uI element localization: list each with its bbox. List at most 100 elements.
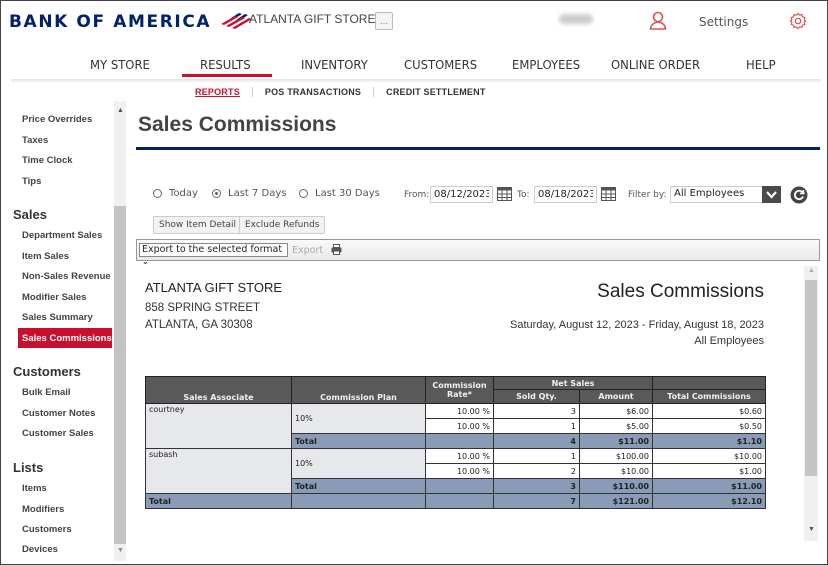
report-address-line2: ATLANTA, GA 30308: [145, 319, 253, 331]
settings-link[interactable]: Settings: [699, 15, 748, 29]
sold-qty: 1: [493, 418, 580, 434]
store-name: ATLANTA GIFT STORE: [249, 12, 376, 26]
sidebar-item-item-sales[interactable]: Item Sales: [22, 251, 69, 262]
user-icon[interactable]: [649, 11, 667, 31]
report-store-name: ATLANTA GIFT STORE: [145, 280, 283, 295]
sidebar-scrollbar-thumb[interactable]: [114, 206, 126, 544]
col-header-blank: [652, 376, 766, 390]
radio-button[interactable]: [153, 189, 162, 198]
sidebar-item-taxes[interactable]: Taxes: [22, 135, 48, 146]
subtotal-qty: 4: [493, 433, 580, 449]
sub-nav: REPORTS POS TRANSACTIONS CREDIT SETTLEME…: [195, 86, 486, 98]
sidebar-item-department-sales[interactable]: Department Sales: [22, 230, 102, 241]
scroll-down-arrow-icon[interactable]: ▼: [808, 526, 815, 533]
export-format-select[interactable]: Export to the selected format ⌄: [139, 243, 288, 266]
calendar-icon[interactable]: [497, 187, 512, 201]
calendar-icon[interactable]: [601, 187, 616, 201]
chevron-down-icon: ⌄: [142, 257, 149, 266]
sidebar-item-modifier-sales[interactable]: Modifier Sales: [22, 292, 86, 303]
subnav-reports[interactable]: REPORTS: [195, 87, 240, 97]
subtotal-commission: $1.10: [652, 433, 766, 449]
nav-inventory[interactable]: INVENTORY: [301, 57, 368, 72]
commission: $1.00: [652, 463, 766, 479]
radio-button-selected[interactable]: [212, 189, 221, 198]
sidebar-heading-customers: Customers: [13, 364, 81, 379]
subtotal-rate-empty: [425, 433, 494, 449]
table-row: courtney 10% 10.00 % 3 $6.00 $0.60: [145, 403, 766, 449]
sold-qty: 3: [493, 403, 580, 419]
radio-button[interactable]: [299, 189, 308, 198]
grand-total-rate-empty: [425, 493, 494, 509]
sidebar-item-price-overrides[interactable]: Price Overrides: [22, 114, 92, 125]
exclude-refunds-button[interactable]: Exclude Refunds: [239, 216, 326, 234]
report-filter: All Employees: [694, 335, 764, 347]
sidebar-item-tips[interactable]: Tips: [22, 176, 41, 187]
filter-by-label: Filter by:: [628, 190, 667, 200]
commission-rate: 10.00 %: [425, 463, 494, 479]
associate-name: courtney: [145, 403, 292, 449]
nav-customers[interactable]: CUSTOMERS: [404, 57, 477, 72]
grand-total-amount: $121.00: [579, 493, 653, 509]
chevron-down-icon[interactable]: [762, 186, 781, 203]
nav-results[interactable]: RESULTS: [200, 57, 251, 72]
commissions-table: Sales Associate Commission Plan Commissi…: [145, 376, 766, 509]
subnav-credit-settlement[interactable]: CREDIT SETTLEMENT: [386, 87, 485, 97]
nav-help[interactable]: HELP: [746, 57, 776, 72]
export-button[interactable]: Export: [292, 245, 323, 256]
sidebar-item-time-clock[interactable]: Time Clock: [22, 155, 73, 166]
radio-today[interactable]: Today: [153, 188, 198, 199]
nav-divider: [11, 79, 821, 83]
subtotal-qty: 3: [493, 478, 580, 494]
grand-total-plan-empty: [291, 493, 426, 509]
commission-rate: 10.00 %: [425, 448, 494, 464]
sidebar: Price Overrides Taxes Time Clock Tips Sa…: [1, 101, 126, 563]
subnav-separator: [251, 87, 253, 97]
subnav-pos-transactions[interactable]: POS TRANSACTIONS: [265, 87, 361, 97]
bank-logo[interactable]: BANK OF AMERICA: [9, 12, 253, 32]
sidebar-item-items[interactable]: Items: [22, 483, 47, 494]
radio-last-7-days[interactable]: Last 7 Days: [212, 188, 287, 199]
sidebar-item-non-sales-revenue[interactable]: Non-Sales Revenue: [22, 271, 111, 282]
commission: $0.60: [652, 403, 766, 419]
to-date-input[interactable]: [534, 186, 597, 203]
radio-label: Today: [169, 188, 198, 199]
report-date-range: Saturday, August 12, 2023 - Friday, Augu…: [510, 319, 764, 331]
grand-total-label: Total: [145, 493, 292, 509]
radio-last-30-days[interactable]: Last 30 Days: [299, 188, 380, 199]
export-toolbar: Export to the selected format ⌄ Export: [136, 239, 820, 266]
nav-employees[interactable]: EMPLOYEES: [512, 57, 580, 72]
from-label: From:: [404, 190, 430, 200]
gear-icon[interactable]: [789, 12, 807, 30]
sidebar-item-sales-summary[interactable]: Sales Summary: [22, 312, 93, 323]
sidebar-item-bulk-email[interactable]: Bulk Email: [22, 387, 71, 398]
sidebar-item-sales-commissions[interactable]: Sales Commissions: [18, 328, 112, 348]
commission-plan: 10%: [291, 403, 426, 434]
report-scrollbar-thumb[interactable]: [805, 280, 817, 476]
sidebar-item-customer-sales[interactable]: Customer Sales: [22, 428, 94, 439]
from-date-input[interactable]: [430, 186, 493, 203]
scroll-down-arrow-icon[interactable]: ▼: [117, 547, 124, 554]
sold-qty: 1: [493, 448, 580, 464]
brand-name: BANK OF AMERICA: [9, 12, 212, 32]
printer-icon[interactable]: [331, 244, 342, 255]
commission: $10.00: [652, 448, 766, 464]
nav-online-order[interactable]: ONLINE ORDER: [611, 57, 700, 72]
nav-my-store[interactable]: MY STORE: [90, 57, 150, 72]
sidebar-item-customer-notes[interactable]: Customer Notes: [22, 408, 95, 419]
store-more-button[interactable]: ...: [375, 12, 393, 30]
amount: $10.00: [579, 463, 653, 479]
sidebar-heading-lists: Lists: [13, 460, 44, 475]
sidebar-item-devices[interactable]: Devices: [22, 544, 58, 555]
associate-name: subash: [145, 448, 292, 494]
sidebar-item-modifiers[interactable]: Modifiers: [22, 504, 64, 515]
main-nav: MY STORE RESULTS INVENTORY CUSTOMERS EMP…: [1, 57, 827, 79]
commission-plan: 10%: [291, 448, 426, 479]
show-item-detail-button[interactable]: Show Item Detail: [153, 216, 243, 234]
refresh-icon[interactable]: [790, 186, 808, 204]
user-name-redacted: [559, 14, 593, 24]
amount: $100.00: [579, 448, 653, 464]
sidebar-item-customers[interactable]: Customers: [22, 524, 72, 535]
scroll-up-arrow-icon[interactable]: ▲: [808, 267, 815, 274]
scroll-up-arrow-icon[interactable]: ▲: [117, 107, 124, 114]
radio-label: Last 7 Days: [228, 188, 287, 199]
